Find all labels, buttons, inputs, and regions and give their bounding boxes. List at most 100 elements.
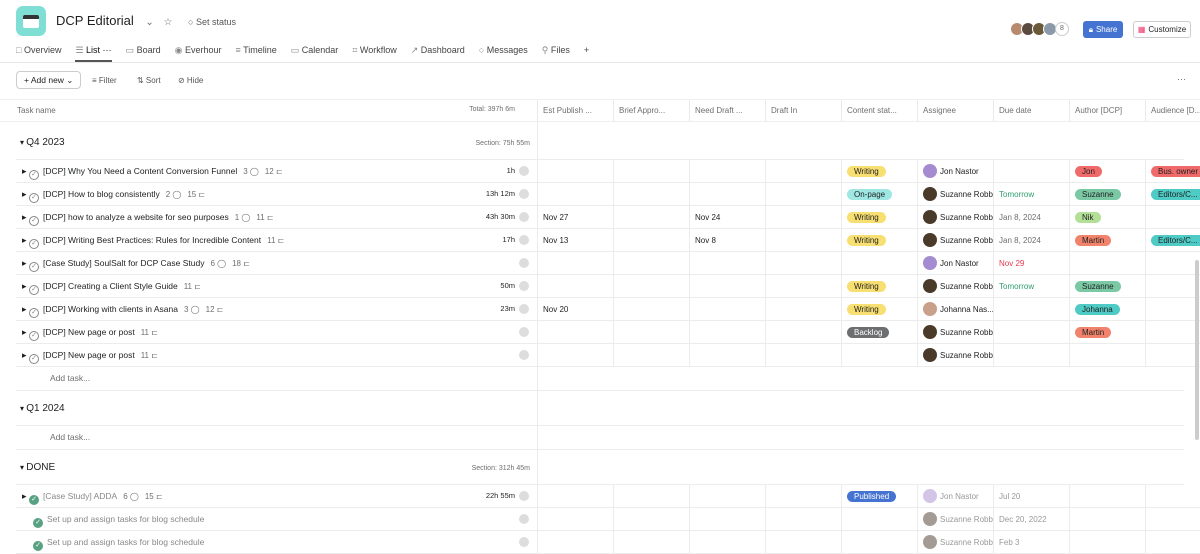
- complete-checkbox[interactable]: ✓: [29, 495, 40, 505]
- need-draft-cell[interactable]: Nov 24: [689, 206, 765, 229]
- brief-approved-cell[interactable]: [613, 275, 689, 298]
- task-name-cell[interactable]: ✓ Set up and assign tasks for blog schedu…: [16, 531, 537, 554]
- tab-overview[interactable]: □ Overview: [16, 45, 61, 62]
- need-draft-cell[interactable]: [689, 298, 765, 321]
- table-row[interactable]: ▸ ✓ [Case Study] SoulSalt for DCP Case St…: [16, 252, 1200, 275]
- brief-approved-cell[interactable]: [613, 508, 689, 531]
- task-name[interactable]: Set up and assign tasks for blog schedul…: [47, 537, 204, 547]
- audience-cell[interactable]: Bus. owner: [1145, 160, 1200, 183]
- due-date-cell[interactable]: Jan 8, 2024: [993, 206, 1069, 229]
- timer-button[interactable]: [519, 350, 529, 360]
- brief-approved-cell[interactable]: [613, 531, 689, 554]
- task-name[interactable]: [DCP] Creating a Client Style Guide: [43, 281, 178, 291]
- table-row[interactable]: ▸ ✓ [DCP] New page or post 11 ⊏ Suzanne Rob…: [16, 344, 1200, 367]
- author-cell[interactable]: Suzanne: [1069, 275, 1145, 298]
- task-name[interactable]: [DCP] New page or post: [43, 350, 135, 360]
- tab-more-icon[interactable]: ···: [100, 45, 112, 59]
- timer-button[interactable]: [519, 258, 529, 268]
- content-status-cell[interactable]: Writing: [841, 275, 917, 298]
- members[interactable]: 8: [1010, 22, 1069, 36]
- complete-checkbox[interactable]: ✓: [29, 262, 40, 272]
- assignee-cell[interactable]: Jon Nastor: [917, 160, 993, 183]
- tab-files[interactable]: ⚲ Files: [542, 45, 570, 62]
- need-draft-cell[interactable]: [689, 252, 765, 275]
- table-row[interactable]: ▸ ✓ [DCP] New page or post 11 ⊏ Backlog Suza…: [16, 321, 1200, 344]
- assignee-cell[interactable]: Jon Nastor: [917, 485, 993, 508]
- expand-caret-icon[interactable]: ▸: [22, 491, 29, 501]
- table-row[interactable]: ▸ ✓ [DCP] Working with clients in Asana 3 …: [16, 298, 1200, 321]
- complete-checkbox[interactable]: ✓: [29, 216, 40, 226]
- task-name-cell[interactable]: ▸ ✓ [DCP] New page or post 11 ⊏: [16, 321, 537, 344]
- expand-caret-icon[interactable]: ▸: [22, 258, 29, 268]
- due-date-cell[interactable]: [993, 344, 1069, 367]
- timer-button[interactable]: [519, 304, 529, 314]
- need-draft-cell[interactable]: [689, 275, 765, 298]
- draft-in-cell[interactable]: [765, 183, 841, 206]
- hide-button[interactable]: ⊘ Hide: [178, 76, 203, 85]
- assignee-cell[interactable]: Suzanne Robb: [917, 344, 993, 367]
- est-publish-cell[interactable]: [537, 183, 613, 206]
- task-name[interactable]: [DCP] How to blog consistently: [43, 189, 160, 199]
- author-cell[interactable]: [1069, 485, 1145, 508]
- author-cell[interactable]: [1069, 531, 1145, 554]
- est-publish-cell[interactable]: Nov 27: [537, 206, 613, 229]
- table-row[interactable]: ▸ ✓ [DCP] how to analyze a website for se…: [16, 206, 1200, 229]
- star-icon[interactable]: ☆: [163, 17, 172, 28]
- author-cell[interactable]: Jon: [1069, 160, 1145, 183]
- audience-cell[interactable]: [1145, 321, 1200, 344]
- table-row[interactable]: ▸ ✓ [DCP] Creating a Client Style Guide 11…: [16, 275, 1200, 298]
- column-header[interactable]: Draft In: [765, 100, 841, 121]
- brief-approved-cell[interactable]: [613, 206, 689, 229]
- due-date-cell[interactable]: Feb 3: [993, 531, 1069, 554]
- task-name-cell[interactable]: ▸ ✓ [DCP] How to blog consistently 2 ◯ 15 ⊏…: [16, 183, 537, 206]
- complete-checkbox[interactable]: ✓: [29, 170, 40, 180]
- draft-in-cell[interactable]: [765, 485, 841, 508]
- need-draft-cell[interactable]: [689, 183, 765, 206]
- timer-button[interactable]: [519, 189, 529, 199]
- complete-checkbox[interactable]: ✓: [33, 518, 43, 528]
- brief-approved-cell[interactable]: [613, 344, 689, 367]
- expand-caret-icon[interactable]: ▸: [22, 166, 29, 176]
- column-header[interactable]: Audience [D...: [1145, 100, 1200, 121]
- task-name-cell[interactable]: ✓ Set up and assign tasks for blog schedu…: [16, 508, 537, 531]
- brief-approved-cell[interactable]: [613, 229, 689, 252]
- author-cell[interactable]: Martin: [1069, 229, 1145, 252]
- draft-in-cell[interactable]: [765, 229, 841, 252]
- need-draft-cell[interactable]: Nov 8: [689, 229, 765, 252]
- task-name-cell[interactable]: ▸ ✓ [Case Study] ADDA 6 ◯ 15 ⊏ 22h 55m: [16, 485, 537, 508]
- audience-cell[interactable]: [1145, 485, 1200, 508]
- brief-approved-cell[interactable]: [613, 183, 689, 206]
- due-date-cell[interactable]: Jul 20: [993, 485, 1069, 508]
- draft-in-cell[interactable]: [765, 206, 841, 229]
- due-date-cell[interactable]: [993, 298, 1069, 321]
- due-date-cell[interactable]: Tomorrow: [993, 275, 1069, 298]
- assignee-cell[interactable]: Suzanne Robb: [917, 531, 993, 554]
- task-name-cell[interactable]: ▸ ✓ [DCP] Creating a Client Style Guide 11…: [16, 275, 537, 298]
- task-name[interactable]: [Case Study] ADDA: [43, 491, 117, 501]
- table-row[interactable]: ▸ ✓ [DCP] Writing Best Practices: Rules f…: [16, 229, 1200, 252]
- complete-checkbox[interactable]: ✓: [29, 354, 40, 364]
- est-publish-cell[interactable]: [537, 275, 613, 298]
- complete-checkbox[interactable]: ✓: [29, 239, 40, 249]
- task-name[interactable]: [DCP] New page or post: [43, 327, 135, 337]
- expand-caret-icon[interactable]: ▸: [22, 235, 29, 245]
- expand-caret-icon[interactable]: ▸: [22, 350, 29, 360]
- complete-checkbox[interactable]: ✓: [29, 308, 40, 318]
- tab-timeline[interactable]: ≡ Timeline: [235, 45, 276, 62]
- tab-messages[interactable]: ○ Messages: [479, 45, 528, 62]
- table-row[interactable]: ▸ ✓ [DCP] Why You Need a Content Conversi…: [16, 160, 1200, 183]
- expand-caret-icon[interactable]: ▸: [22, 212, 29, 222]
- filter-button[interactable]: ≡ Filter: [92, 76, 117, 85]
- author-cell[interactable]: Martin: [1069, 321, 1145, 344]
- tab-everhour[interactable]: ◉ Everhour: [175, 45, 222, 62]
- need-draft-cell[interactable]: [689, 321, 765, 344]
- est-publish-cell[interactable]: [537, 508, 613, 531]
- task-name-cell[interactable]: ▸ ✓ [Case Study] SoulSalt for DCP Case St…: [16, 252, 537, 275]
- complete-checkbox[interactable]: ✓: [29, 331, 40, 341]
- author-cell[interactable]: Nik: [1069, 206, 1145, 229]
- content-status-cell[interactable]: [841, 252, 917, 275]
- table-row[interactable]: ▸ ✓ [Case Study] ADDA 6 ◯ 15 ⊏ 22h 55m Publis…: [16, 485, 1200, 508]
- est-publish-cell[interactable]: Nov 20: [537, 298, 613, 321]
- column-header[interactable]: Author [DCP]: [1069, 100, 1145, 121]
- audience-cell[interactable]: [1145, 531, 1200, 554]
